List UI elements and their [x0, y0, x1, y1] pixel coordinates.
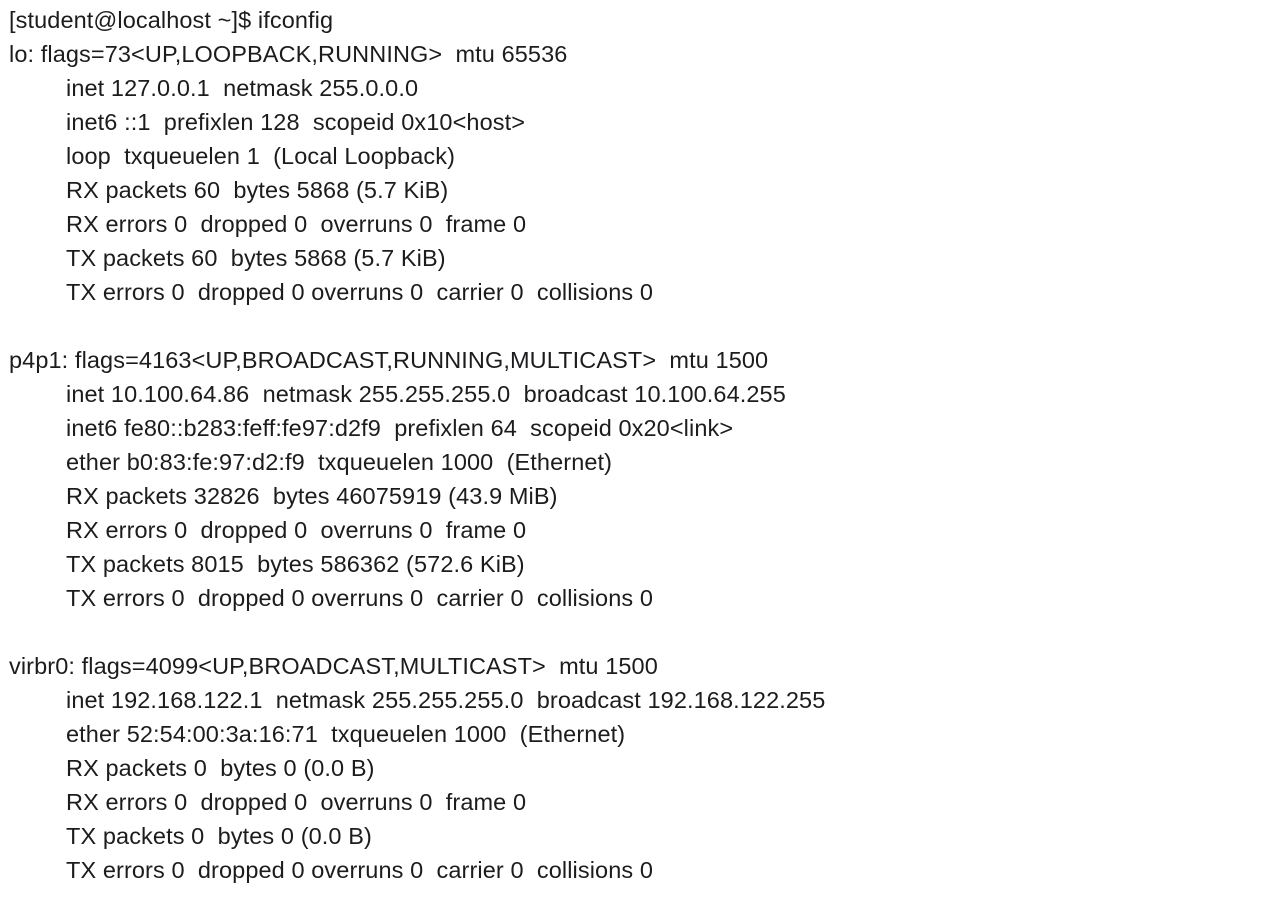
output-line: TX packets 0 bytes 0 (0.0 B) [66, 823, 372, 849]
output-line: inet 10.100.64.86 netmask 255.255.255.0 … [66, 381, 786, 407]
output-line: ether 52:54:00:3a:16:71 txqueuelen 1000 … [66, 721, 626, 747]
output-line: RX packets 60 bytes 5868 (5.7 KiB) [66, 177, 449, 203]
terminal-output[interactable]: [student@localhost ~]$ ifconfig lo: flag… [9, 3, 1269, 887]
output-line: loop txqueuelen 1 (Local Loopback) [66, 143, 456, 169]
output-line: TX errors 0 dropped 0 overruns 0 carrier… [66, 279, 654, 305]
output-line: TX errors 0 dropped 0 overruns 0 carrier… [66, 857, 654, 883]
output-line: TX packets 60 bytes 5868 (5.7 KiB) [66, 245, 446, 271]
interface-header-virbr0: virbr0: flags=4099<UP,BROADCAST,MULTICAS… [9, 653, 658, 679]
output-line: RX errors 0 dropped 0 overruns 0 frame 0 [66, 211, 527, 237]
output-line: TX errors 0 dropped 0 overruns 0 carrier… [66, 585, 654, 611]
interface-header-p4p1: p4p1: flags=4163<UP,BROADCAST,RUNNING,MU… [9, 347, 769, 373]
output-line: inet 127.0.0.1 netmask 255.0.0.0 [66, 75, 419, 101]
output-line: inet6 fe80::b283:feff:fe97:d2f9 prefixle… [66, 415, 734, 441]
output-line: inet 192.168.122.1 netmask 255.255.255.0… [66, 687, 826, 713]
output-line: RX errors 0 dropped 0 overruns 0 frame 0 [66, 789, 527, 815]
interface-header-lo: lo: flags=73<UP,LOOPBACK,RUNNING> mtu 65… [9, 41, 568, 67]
command-prompt-line: [student@localhost ~]$ ifconfig [9, 7, 334, 33]
output-line: RX packets 32826 bytes 46075919 (43.9 Mi… [66, 483, 558, 509]
output-line: ether b0:83:fe:97:d2:f9 txqueuelen 1000 … [66, 449, 613, 475]
output-line: inet6 ::1 prefixlen 128 scopeid 0x10<hos… [66, 109, 526, 135]
output-line: RX packets 0 bytes 0 (0.0 B) [66, 755, 375, 781]
output-line: RX errors 0 dropped 0 overruns 0 frame 0 [66, 517, 527, 543]
output-line: TX packets 8015 bytes 586362 (572.6 KiB) [66, 551, 525, 577]
